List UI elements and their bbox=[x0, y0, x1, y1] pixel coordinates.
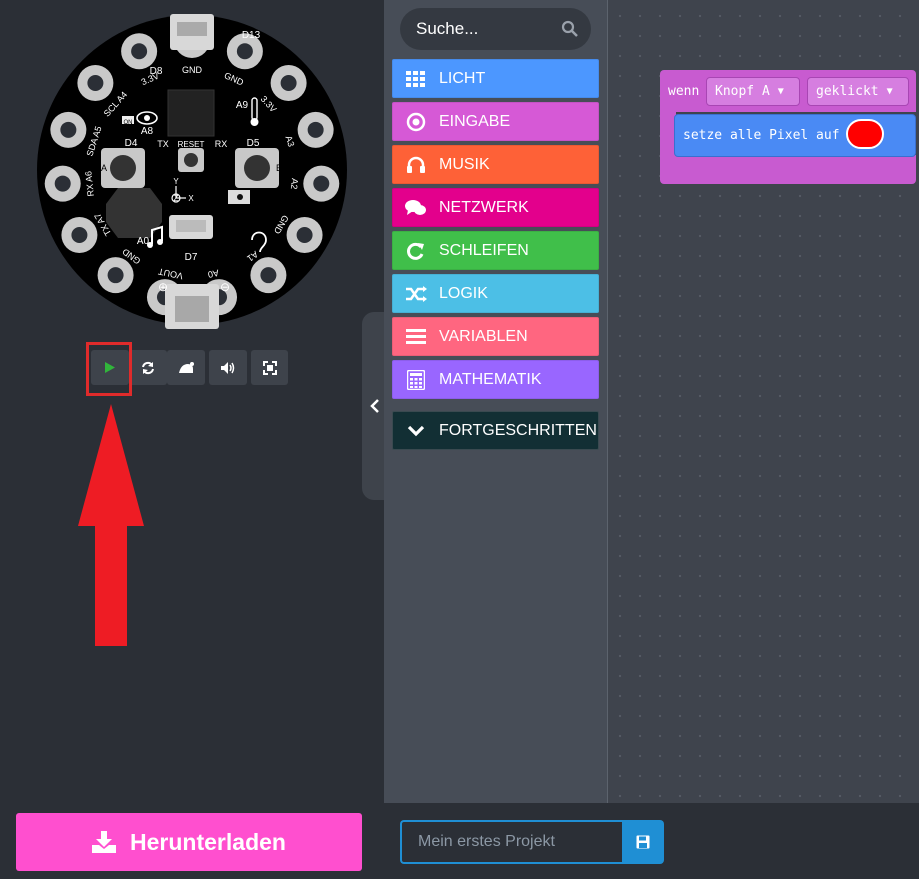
label-rx: RX bbox=[215, 139, 228, 149]
grid-icon bbox=[393, 70, 439, 87]
list-icon bbox=[393, 328, 439, 345]
download-label: Herunterladen bbox=[130, 828, 286, 855]
minus-icon: ⊖ bbox=[220, 280, 230, 294]
caret-down-icon: ▼ bbox=[777, 86, 784, 97]
slowmo-icon bbox=[179, 361, 194, 373]
category-schleifen[interactable]: SCHLEIFEN bbox=[392, 231, 599, 270]
label-d13: D13 bbox=[242, 30, 261, 41]
fullscreen-icon bbox=[262, 360, 277, 375]
pad-hole bbox=[296, 227, 313, 243]
red-arrow-annotation bbox=[78, 404, 144, 646]
plus-icon: ⊕ bbox=[158, 280, 168, 294]
pad-hole bbox=[60, 121, 77, 138]
statement-text: setze alle Pixel auf bbox=[683, 128, 840, 143]
pad-hole bbox=[280, 75, 297, 92]
search-icon[interactable] bbox=[561, 20, 579, 38]
microcontroller-chip bbox=[167, 89, 215, 137]
label-d4: D4 bbox=[125, 138, 138, 149]
pad-hole bbox=[107, 267, 124, 284]
chevron-down-icon bbox=[393, 425, 439, 437]
label-d5: D5 bbox=[247, 138, 260, 149]
pad-hole bbox=[54, 175, 71, 192]
label-d8: D8 bbox=[150, 66, 163, 77]
action-dropdown[interactable]: geklickt ▼ bbox=[807, 77, 909, 106]
pixel-color-picker[interactable] bbox=[846, 119, 884, 149]
shuffle-icon bbox=[393, 285, 439, 302]
project-name-input[interactable] bbox=[400, 820, 624, 864]
label-reset: RESET bbox=[178, 140, 205, 149]
pad-label: A2 bbox=[289, 178, 300, 190]
category-licht[interactable]: LICHT bbox=[392, 59, 599, 98]
category-label: VARIABLEN bbox=[439, 327, 528, 345]
label-d7: D7 bbox=[185, 252, 198, 263]
action-dropdown-value: geklickt bbox=[816, 84, 879, 99]
pad-hole bbox=[236, 43, 253, 60]
pad-hole bbox=[307, 121, 324, 138]
category-label: EINGABE bbox=[439, 112, 511, 130]
calculator-icon bbox=[393, 369, 439, 390]
refresh-icon bbox=[393, 242, 439, 260]
category-eingabe[interactable]: EINGABE bbox=[392, 102, 599, 141]
pad-hole bbox=[260, 267, 277, 284]
sound-icon bbox=[221, 361, 235, 374]
category-mathematik[interactable]: MATHEMATIK bbox=[392, 360, 599, 399]
category-logik[interactable]: LOGIK bbox=[392, 274, 599, 313]
target-icon bbox=[393, 112, 439, 132]
label-button-a: A bbox=[101, 163, 107, 173]
label-button-b: B bbox=[276, 163, 282, 173]
label-y: Y bbox=[173, 177, 179, 186]
play-button-highlight bbox=[86, 342, 132, 396]
chat-icon bbox=[393, 199, 439, 217]
event-keyword: wenn bbox=[668, 84, 700, 99]
sound-button[interactable] bbox=[209, 350, 247, 385]
category-label: LOGIK bbox=[439, 284, 488, 302]
restart-icon bbox=[142, 361, 154, 374]
category-label: MATHEMATIK bbox=[439, 370, 542, 388]
search-input[interactable]: Suche... bbox=[416, 19, 478, 39]
pad-hole bbox=[71, 227, 88, 243]
fullscreen-button[interactable] bbox=[251, 350, 288, 385]
button-dropdown-value: Knopf A bbox=[715, 84, 770, 99]
category-label: NETZWERK bbox=[439, 198, 529, 216]
restart-button[interactable] bbox=[129, 350, 167, 385]
category-fortgeschritten[interactable]: FORTGESCHRITTEN bbox=[392, 411, 599, 450]
download-button[interactable]: Herunterladen bbox=[16, 813, 362, 871]
headphones-icon bbox=[393, 156, 439, 174]
simulator-panel: GND 3.3V A3 A2 GND A1 A0 VOUT GND TX A7 RX A6 SDA A… bbox=[0, 0, 384, 803]
pad-hole bbox=[87, 75, 104, 92]
label-a9: A9 bbox=[236, 100, 249, 111]
label-a8: A8 bbox=[141, 126, 154, 137]
download-icon bbox=[92, 831, 117, 853]
search-box[interactable]: Suche... bbox=[400, 8, 591, 50]
chevron-left-icon bbox=[370, 399, 379, 413]
category-label: SCHLEIFEN bbox=[439, 241, 529, 259]
category-label: MUSIK bbox=[439, 155, 490, 173]
category-variablen[interactable]: VARIABLEN bbox=[392, 317, 599, 356]
pad-hole bbox=[313, 175, 330, 192]
button-dropdown[interactable]: Knopf A ▼ bbox=[706, 77, 800, 106]
label-x: X bbox=[188, 194, 194, 203]
floppy-disk-icon bbox=[636, 835, 650, 849]
category-musik[interactable]: MUSIK bbox=[392, 145, 599, 184]
category-label: LICHT bbox=[439, 69, 486, 87]
pad-label: GND bbox=[182, 65, 203, 75]
category-netzwerk[interactable]: NETZWERK bbox=[392, 188, 599, 227]
circuit-playground-board[interactable]: GND3.3VA3A2GNDA1A0VOUTGNDTX A7RX A6SDA A… bbox=[30, 8, 355, 333]
label-tx: TX bbox=[157, 139, 169, 149]
save-button[interactable] bbox=[622, 820, 664, 864]
caret-down-icon: ▼ bbox=[886, 86, 893, 97]
label-on: ON bbox=[124, 120, 133, 126]
pad-hole bbox=[131, 43, 148, 60]
slowmo-button[interactable] bbox=[167, 350, 205, 385]
category-label: FORTGESCHRITTEN bbox=[439, 421, 597, 439]
